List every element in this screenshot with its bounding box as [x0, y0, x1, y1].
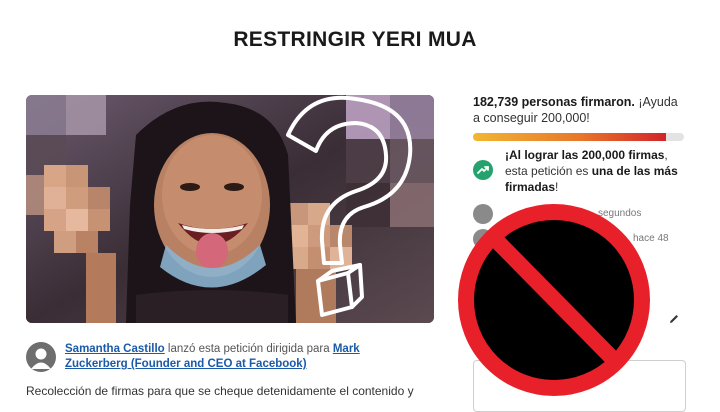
signature-count: 182,739 personas firmaron. ¡Ayuda a cons…	[473, 94, 685, 126]
trending-up-icon	[473, 160, 493, 180]
petition-starter: Samantha Castillo lanzó esta petición di…	[26, 340, 426, 380]
goal-bold-1: ¡Al lograr las 200,000 firmas	[505, 148, 665, 162]
starter-name-link[interactable]: Samantha Castillo	[65, 343, 165, 355]
progress-bar	[473, 133, 684, 141]
starter-avatar	[26, 342, 56, 372]
petition-image	[26, 95, 434, 323]
goal-end: !	[555, 180, 559, 194]
signers-count: 182,739 personas firmaron.	[473, 95, 635, 109]
pencil-icon[interactable]	[668, 313, 680, 325]
page-title: RESTRINGIR YERI MUA	[233, 28, 477, 51]
petition-description: Recolección de firmas para que se cheque…	[26, 384, 414, 398]
starter-action-text: lanzó esta petición dirigida para	[164, 343, 333, 355]
user-icon	[31, 348, 51, 369]
prohibited-icon	[458, 204, 650, 396]
starter-text: Samantha Castillo lanzó esta petición di…	[65, 342, 395, 372]
progress-fill	[473, 133, 666, 141]
